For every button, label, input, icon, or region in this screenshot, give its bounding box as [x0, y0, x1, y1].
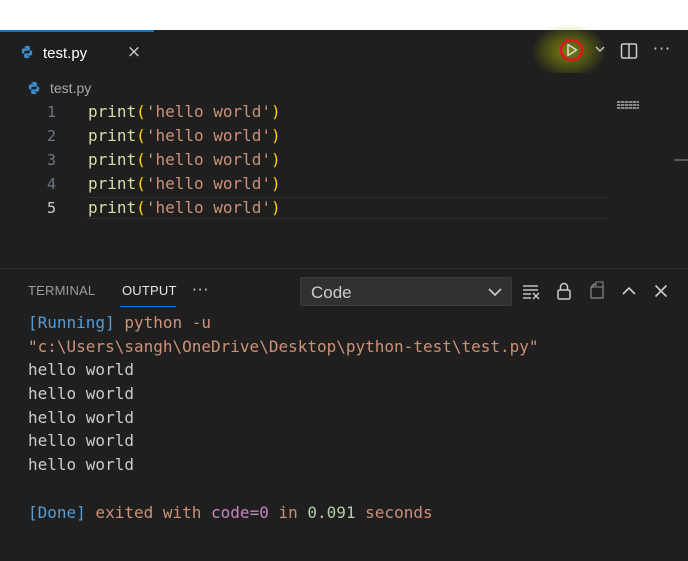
split-editor-icon[interactable]: [620, 42, 638, 60]
output-channel-select[interactable]: Code: [300, 277, 512, 306]
output-log[interactable]: [Running] python -u "c:\Users\sangh\OneD…: [28, 311, 678, 524]
line-number: 1: [46, 103, 56, 121]
run-dropdown-chevron-icon[interactable]: [594, 41, 606, 57]
tab-label: test.py: [43, 45, 88, 62]
panel-more-icon[interactable]: ···: [192, 281, 209, 299]
lock-scroll-icon[interactable]: [554, 281, 574, 301]
line-number: 4: [46, 175, 56, 193]
output-line: hello world: [28, 360, 134, 380]
tab-terminal[interactable]: TERMINAL: [28, 283, 95, 298]
line-number: 3: [46, 151, 56, 169]
maximize-panel-icon[interactable]: [619, 281, 639, 301]
breadcrumb: test.py: [0, 73, 688, 103]
code-line[interactable]: 4 print('hello world'): [0, 173, 688, 197]
output-line: hello world: [28, 407, 134, 427]
editor-scrollbar[interactable]: [674, 159, 688, 161]
open-log-file-icon[interactable]: [587, 281, 607, 301]
bottom-panel: TERMINAL OUTPUT ··· Code [Running] pytho…: [0, 268, 688, 561]
close-tab-icon[interactable]: ×: [124, 41, 144, 63]
tab-output[interactable]: OUTPUT: [122, 283, 177, 298]
code-text: print('hello world'): [88, 174, 281, 193]
code-lines: 1 print('hello world') 2 print('hello wo…: [0, 101, 688, 221]
output-line-done: [Done] exited with code=0 in 0.091 secon…: [28, 502, 433, 522]
play-icon: [559, 38, 584, 62]
code-line-active[interactable]: 5 print('hello world'): [0, 197, 688, 221]
code-text: print('hello world'): [88, 198, 281, 217]
output-line: hello world: [28, 431, 134, 451]
more-actions-icon[interactable]: ···: [651, 38, 673, 60]
minimap[interactable]: [617, 101, 639, 109]
run-python-file-button[interactable]: [558, 36, 586, 64]
code-text: print('hello world'): [88, 102, 281, 121]
breadcrumb-file[interactable]: test.py: [50, 80, 91, 96]
output-line-running: [Running] python -u: [28, 313, 212, 332]
code-line[interactable]: 3 print('hello world'): [0, 149, 688, 173]
line-number: 5: [46, 199, 56, 217]
python-file-icon: [21, 45, 33, 59]
code-line[interactable]: 1 print('hello world'): [0, 101, 688, 125]
tab-test-py[interactable]: test.py ×: [0, 30, 154, 73]
code-editor[interactable]: test.py 1 print('hello world') 2 print('…: [0, 73, 688, 268]
code-text: print('hello world'): [88, 150, 281, 169]
output-blank-line: [28, 477, 678, 501]
clear-output-icon[interactable]: [521, 281, 541, 301]
output-channel-value: Code: [311, 283, 352, 302]
output-line: hello world: [28, 384, 134, 404]
close-panel-icon[interactable]: [651, 281, 671, 301]
line-number: 2: [46, 127, 56, 145]
window-top-margin: [0, 0, 688, 30]
output-line-path: "c:\Users\sangh\OneDrive\Desktop\python-…: [28, 336, 539, 356]
output-line: hello world: [28, 455, 134, 475]
active-tab-indicator: [120, 306, 176, 307]
code-text: print('hello world'): [88, 126, 281, 145]
code-line[interactable]: 2 print('hello world'): [0, 125, 688, 149]
python-file-icon: [28, 81, 40, 95]
chevron-down-icon: [488, 288, 502, 297]
